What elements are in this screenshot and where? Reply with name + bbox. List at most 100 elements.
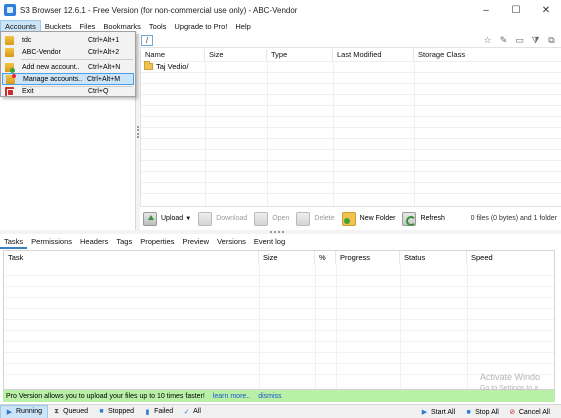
cancel-all-label: Cancel All — [518, 408, 550, 416]
table-row — [141, 94, 561, 105]
table-row — [141, 193, 561, 204]
copy-icon[interactable]: ⧉ — [546, 35, 557, 46]
column-status[interactable]: Status — [400, 251, 467, 264]
filter-queued-button[interactable]: ⧗ Queued — [48, 405, 93, 418]
s3-browser-app-icon — [4, 4, 16, 16]
grid-line — [315, 264, 316, 389]
grid-line — [467, 264, 468, 389]
menu-item-add-account[interactable]: Add new account.. Ctrl+Alt+N — [2, 61, 134, 73]
accounts-dropdown-menu: tdc Ctrl+Alt+1 ABC-Vendor Ctrl+Alt+2 Add… — [0, 31, 136, 97]
menu-item-account-abc-vendor[interactable]: ABC-Vendor Ctrl+Alt+2 — [2, 46, 134, 58]
delete-icon — [296, 211, 311, 226]
close-button[interactable]: ✕ — [531, 0, 561, 20]
maximize-button[interactable]: ☐ — [501, 0, 531, 20]
tab-versions[interactable]: Versions — [213, 234, 250, 249]
file-list[interactable]: Name Size Type Last Modified Storage Cla… — [140, 49, 561, 206]
open-button[interactable]: Open — [254, 210, 293, 228]
menu-tools[interactable]: Tools — [145, 20, 171, 33]
file-list-header: Name Size Type Last Modified Storage Cla… — [141, 49, 561, 61]
menu-help[interactable]: Help — [231, 20, 254, 33]
start-all-button[interactable]: ▶ Start All — [416, 405, 460, 418]
cancel-all-button[interactable]: ⊘ Cancel All — [504, 405, 555, 418]
delete-button[interactable]: Delete — [296, 210, 338, 228]
table-row — [141, 149, 561, 160]
folder-icon — [144, 61, 153, 70]
column-progress[interactable]: Progress — [336, 251, 400, 264]
window-icon[interactable]: ▭ — [514, 35, 525, 46]
learn-more-link[interactable]: learn more.. — [213, 393, 250, 400]
table-row — [141, 138, 561, 149]
download-button[interactable]: Download — [198, 210, 251, 228]
table-row[interactable] — [141, 61, 561, 72]
filter-all-button[interactable]: ✓ All — [178, 405, 206, 418]
tab-preview[interactable]: Preview — [178, 234, 213, 249]
new-folder-button[interactable]: New Folder — [341, 210, 400, 228]
filter-failed-button[interactable]: ▮ Failed — [139, 405, 178, 418]
path-bar: / ☆ ✎ ▭ ⧩ ⧉ — [140, 33, 561, 48]
grid-line — [4, 374, 554, 375]
table-row — [141, 182, 561, 193]
star-icon[interactable]: ☆ — [482, 35, 493, 46]
filter-icon[interactable]: ⧩ — [530, 35, 541, 46]
menu-item-shortcut: Ctrl+Alt+2 — [88, 48, 120, 56]
tab-properties[interactable]: Properties — [136, 234, 178, 249]
column-storage-class[interactable]: Storage Class — [414, 49, 561, 61]
table-row — [141, 105, 561, 116]
tab-headers[interactable]: Headers — [76, 234, 112, 249]
tab-event-log[interactable]: Event log — [250, 234, 289, 249]
grid-line — [336, 264, 337, 389]
menu-item-shortcut: Ctrl+Q — [88, 87, 109, 95]
filter-stopped-button[interactable]: ■ Stopped — [93, 405, 139, 418]
column-size[interactable]: Size — [259, 251, 315, 264]
column-last-modified[interactable]: Last Modified — [333, 49, 414, 61]
column-task[interactable]: Task — [4, 251, 259, 264]
column-type[interactable]: Type — [267, 49, 333, 61]
minimize-button[interactable]: – — [471, 0, 501, 20]
grid-line — [4, 352, 554, 353]
grid-line — [4, 330, 554, 331]
chevron-down-icon[interactable]: ▼ — [185, 216, 191, 222]
files-count-status: 0 files (0 bytes) and 1 folder — [470, 215, 557, 222]
stop-all-label: Stop All — [475, 408, 499, 416]
bucket-icon — [5, 47, 14, 57]
table-row — [141, 127, 561, 138]
splitter-grip-icon — [137, 126, 139, 138]
filter-running-button[interactable]: ▶ Running — [0, 404, 49, 418]
start-all-label: Start All — [430, 408, 456, 416]
play-icon: ▶ — [6, 408, 13, 416]
menu-item-label: Exit — [22, 87, 34, 95]
refresh-label: Refresh — [420, 215, 445, 222]
play-icon: ▶ — [421, 409, 428, 416]
tab-tags[interactable]: Tags — [112, 234, 136, 249]
column-percent[interactable]: % — [315, 251, 336, 264]
menu-item-manage-accounts[interactable]: Manage accounts.. Ctrl+Alt+M — [2, 73, 134, 85]
menu-upgrade[interactable]: Upgrade to Pro! — [170, 20, 231, 33]
open-icon — [254, 211, 269, 226]
add-account-icon — [5, 62, 15, 73]
tab-tasks[interactable]: Tasks — [0, 234, 28, 249]
new-folder-label: New Folder — [359, 215, 396, 222]
menu-item-shortcut: Ctrl+Alt+M — [87, 75, 121, 83]
upload-button[interactable]: Upload ▼ — [143, 210, 195, 228]
column-speed[interactable]: Speed — [467, 251, 554, 264]
path-input[interactable]: / — [141, 35, 153, 46]
dismiss-link[interactable]: dismiss — [258, 393, 281, 400]
menu-item-label: Manage accounts.. — [23, 75, 83, 83]
menu-item-exit[interactable]: Exit Ctrl+Q — [2, 85, 134, 97]
refresh-button[interactable]: Refresh — [402, 210, 449, 228]
pencil-icon[interactable]: ✎ — [498, 35, 509, 46]
grid-line — [4, 275, 554, 276]
tasks-table[interactable]: Task Size % Progress Status Speed — [3, 250, 555, 390]
pro-version-banner: Pro Version allows you to upload your fi… — [3, 390, 555, 402]
check-icon: ✓ — [183, 408, 190, 416]
folder-name: Taj Vedio/ — [156, 62, 189, 71]
menu-item-account-tdc[interactable]: tdc Ctrl+Alt+1 — [2, 34, 134, 46]
column-size[interactable]: Size — [205, 49, 267, 61]
all-label: All — [193, 408, 201, 415]
stop-all-button[interactable]: ■ Stop All — [460, 405, 504, 418]
folder-row[interactable]: Taj Vedio/ — [144, 61, 189, 71]
column-name[interactable]: Name — [141, 49, 205, 61]
tab-permissions[interactable]: Permissions — [27, 234, 76, 249]
grid-line — [4, 297, 554, 298]
menu-item-label: ABC-Vendor — [22, 48, 61, 56]
